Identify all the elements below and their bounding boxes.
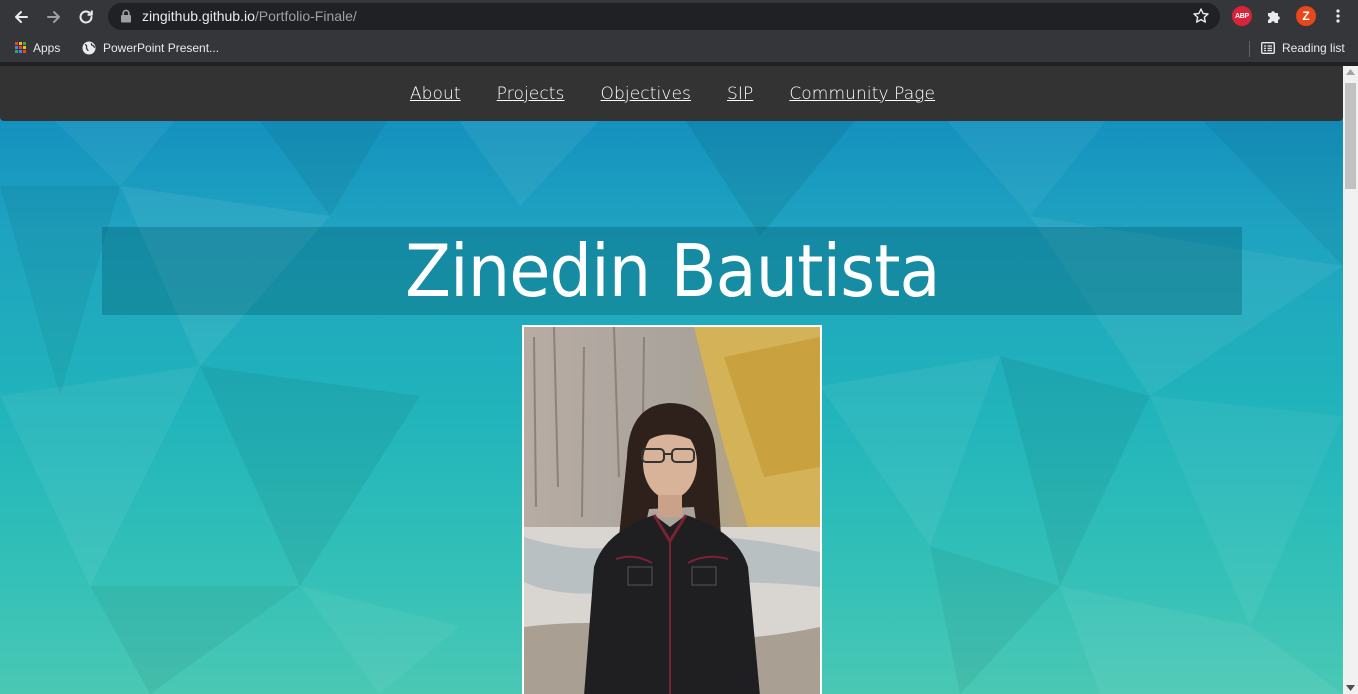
name-banner: Zinedin Bautista — [102, 227, 1242, 315]
url-host: zingithub.github.io — [142, 8, 255, 24]
menu-kebab-icon[interactable] — [1328, 6, 1348, 26]
bookmark-star-icon[interactable] — [1192, 7, 1210, 25]
back-button[interactable] — [9, 5, 33, 29]
reading-list-icon — [1261, 41, 1275, 54]
nav-link-projects[interactable]: Projects — [497, 84, 565, 104]
extensions-puzzle-icon[interactable] — [1264, 6, 1284, 26]
scroll-down-arrow-icon[interactable] — [1346, 685, 1355, 691]
back-arrow-icon — [15, 11, 28, 23]
reload-button[interactable] — [74, 5, 98, 29]
apps-grid-icon — [15, 42, 26, 53]
bookmark-powerpoint[interactable]: PowerPoint Present... — [82, 39, 219, 56]
lock-icon — [121, 9, 131, 23]
nav-link-community-page[interactable]: Community Page — [789, 84, 935, 104]
bookmarks-divider — [1249, 41, 1250, 57]
bookmark-label: PowerPoint Present... — [103, 40, 220, 55]
bookmark-apps[interactable]: Apps — [15, 39, 60, 56]
globe-icon — [82, 41, 96, 54]
nav-link-sip[interactable]: SIP — [727, 84, 753, 104]
url-path: /Portfolio-Finale/ — [254, 8, 357, 24]
page-viewport: About Projects Objectives SIP Community … — [0, 66, 1343, 694]
reading-list-button[interactable]: Reading list — [1261, 39, 1345, 56]
page-scrollbar[interactable] — [1343, 66, 1358, 694]
reading-list-label: Reading list — [1282, 40, 1345, 55]
address-bar[interactable]: zingithub.github.io/Portfolio-Finale/ — [108, 3, 1220, 30]
forward-arrow-icon — [47, 11, 60, 23]
nav-link-objectives[interactable]: Objectives — [601, 84, 691, 104]
reload-icon — [79, 10, 93, 24]
page-title: Zinedin Bautista — [404, 229, 940, 313]
site-navigation: About Projects Objectives SIP Community … — [0, 66, 1343, 121]
adblock-extension-icon[interactable]: ABP — [1232, 6, 1252, 26]
bookmarks-bar: Apps PowerPoint Present... Reading list — [0, 33, 1358, 62]
bookmark-label: Apps — [33, 40, 61, 55]
profile-avatar[interactable]: Z — [1296, 6, 1316, 26]
browser-toolbar: zingithub.github.io/Portfolio-Finale/ AB… — [0, 0, 1358, 33]
scroll-up-arrow-icon[interactable] — [1346, 69, 1355, 75]
nav-link-about[interactable]: About — [410, 84, 461, 104]
forward-button[interactable] — [42, 5, 66, 29]
scrollbar-thumb[interactable] — [1345, 83, 1356, 189]
profile-portrait-image — [522, 325, 822, 694]
url-text: zingithub.github.io/Portfolio-Finale/ — [142, 8, 357, 25]
